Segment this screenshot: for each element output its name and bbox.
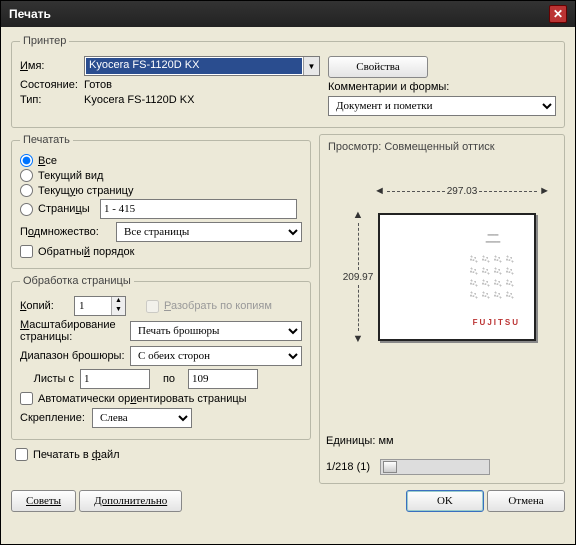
window-title: Печать: [9, 7, 51, 21]
preview-page: ━━━━━━━ FUJITSU: [378, 213, 536, 341]
state-label: Состояние:: [20, 79, 84, 91]
cancel-button[interactable]: Отмена: [487, 490, 565, 512]
pager-text: 1/218 (1): [326, 461, 370, 473]
arrow-right-icon: ►: [539, 185, 550, 197]
binding-label: Скрепление:: [20, 412, 92, 424]
scaling-select[interactable]: Печать брошюры: [130, 321, 302, 341]
arrow-left-icon: ◄: [374, 185, 385, 197]
button-row: Советы Дополнительно OK Отмена: [11, 490, 565, 512]
slider-thumb[interactable]: [383, 461, 397, 473]
handling-group: Обработка страницы Копий: ▲▼ Разобрать п…: [11, 275, 311, 440]
print-dialog: Печать ✕ Принтер Имя: Kyocera FS-1120D K…: [0, 0, 576, 545]
dim-width: ◄ 297.03 ►: [374, 185, 550, 197]
type-label: Тип:: [20, 94, 84, 106]
copies-spin[interactable]: ▲▼: [74, 296, 126, 316]
radio-current-view[interactable]: Текущий вид: [20, 169, 302, 182]
radio-pages-row: Страницы: [20, 199, 302, 219]
properties-button[interactable]: Свойства: [328, 56, 428, 78]
type-value: Kyocera FS-1120D KX: [84, 94, 194, 106]
printer-group: Принтер Имя: Kyocera FS-1120D KX ▼ Состо…: [11, 35, 565, 128]
units-label: Единицы: мм: [326, 435, 394, 447]
titlebar: Печать ✕: [1, 1, 575, 27]
radio-current-page[interactable]: Текущую страницу: [20, 184, 302, 197]
copies-input[interactable]: [75, 297, 111, 315]
subset-label: Подмножество:: [20, 226, 116, 238]
name-label: Имя:: [20, 60, 84, 72]
pages-input[interactable]: [100, 199, 297, 219]
binding-select[interactable]: Слева: [92, 408, 192, 428]
sheets-to-input[interactable]: [188, 369, 258, 389]
radio-pages[interactable]: [20, 203, 33, 216]
radio-all[interactable]: Все: [20, 154, 302, 167]
spin-up-icon[interactable]: ▲: [112, 297, 125, 306]
booklet-label: Диапазон брошюры:: [20, 350, 130, 362]
comments-label: Комментарии и формы:: [328, 81, 449, 93]
autorotate-check[interactable]: Автоматически ориентировать страницы: [20, 392, 302, 405]
comments-select[interactable]: Документ и пометки: [328, 96, 556, 116]
sheets-from-input[interactable]: [80, 369, 150, 389]
advanced-button[interactable]: Дополнительно: [79, 490, 182, 512]
molecule-icon: [468, 253, 518, 303]
preview-thumb: ━━━━━━━: [462, 233, 524, 305]
collate-check: Разобрать по копиям: [146, 300, 272, 313]
page-slider[interactable]: [380, 459, 490, 475]
print-to-file-check[interactable]: Печатать в файл: [15, 448, 311, 461]
copies-label: Копий:: [20, 300, 74, 312]
preview-brand: FUJITSU: [473, 318, 520, 327]
handling-legend: Обработка страницы: [20, 275, 134, 287]
sheets-from-label: Листы с: [20, 373, 74, 385]
printer-legend: Принтер: [20, 35, 69, 47]
client-area: Принтер Имя: Kyocera FS-1120D KX ▼ Состо…: [1, 27, 575, 544]
reverse-check[interactable]: Обратный порядок: [20, 245, 302, 258]
sheets-to-label: по: [156, 373, 182, 385]
range-legend: Печатать: [20, 134, 73, 146]
dim-height: ▲ 209.97 ▼: [342, 209, 374, 345]
chevron-down-icon[interactable]: ▼: [303, 57, 319, 75]
printer-name-select[interactable]: Kyocera FS-1120D KX ▼: [84, 56, 320, 76]
state-value: Готов: [84, 79, 112, 91]
arrow-up-icon: ▲: [353, 209, 364, 221]
tips-button[interactable]: Советы: [11, 490, 76, 512]
booklet-select[interactable]: С обеих сторон: [130, 346, 302, 366]
close-icon[interactable]: ✕: [549, 5, 567, 23]
preview-legend: Просмотр: Совмещенный оттиск: [328, 141, 556, 153]
subset-select[interactable]: Все страницы: [116, 222, 302, 242]
preview-group: Просмотр: Совмещенный оттиск ◄ 297.03 ► …: [319, 134, 565, 484]
dim-height-value: 209.97: [343, 272, 374, 283]
arrow-down-icon-2: ▼: [353, 333, 364, 345]
ok-button[interactable]: OK: [406, 490, 484, 512]
dim-width-value: 297.03: [447, 186, 478, 197]
scaling-label: Масштабирование страницы:: [20, 319, 130, 343]
printer-name-value: Kyocera FS-1120D KX: [86, 58, 302, 74]
pages-label: Страницы: [38, 203, 100, 215]
range-group: Печатать Все Текущий вид Текущую страниц…: [11, 134, 311, 269]
spin-down-icon[interactable]: ▼: [112, 306, 125, 315]
pager: 1/218 (1): [326, 459, 490, 475]
